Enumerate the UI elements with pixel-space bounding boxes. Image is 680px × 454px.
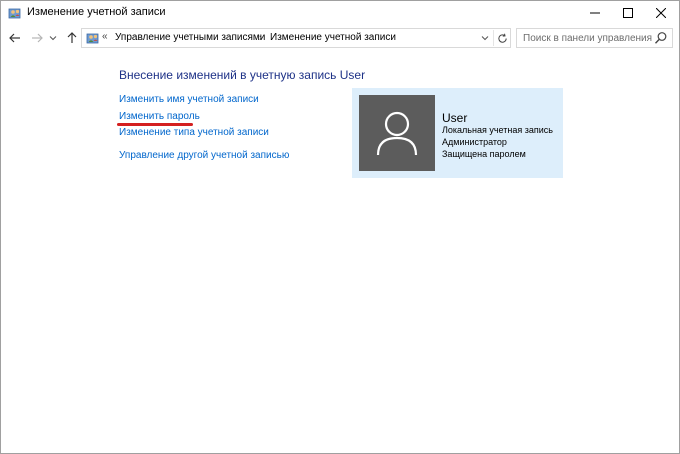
address-bar[interactable]: « Управление учетными записями › Изменен…	[81, 28, 511, 48]
account-name: User	[442, 111, 468, 125]
chevron-down-icon	[49, 36, 57, 41]
change-password-link[interactable]: Изменить пароль	[119, 111, 200, 122]
close-icon	[656, 7, 666, 18]
arrow-up-icon	[67, 32, 77, 43]
search-box[interactable]	[516, 28, 673, 48]
breadcrumb-separator[interactable]: ›	[259, 32, 262, 42]
breadcrumb-overflow[interactable]: «	[102, 31, 108, 42]
refresh-icon	[497, 33, 507, 43]
highlight-underline	[117, 123, 193, 126]
account-role: Администратор	[442, 137, 507, 147]
window: Изменение учетной записи « Управление уч…	[0, 0, 680, 454]
arrow-right-icon	[32, 33, 43, 43]
search-input[interactable]	[517, 29, 655, 47]
title-bar[interactable]: Изменение учетной записи	[1, 1, 679, 24]
search-icon[interactable]	[654, 31, 668, 45]
up-button[interactable]	[63, 29, 81, 47]
back-button[interactable]	[6, 29, 24, 47]
address-history-button[interactable]	[478, 30, 492, 46]
refresh-button[interactable]	[493, 30, 510, 46]
avatar	[359, 95, 435, 171]
maximize-button[interactable]	[611, 1, 645, 24]
change-account-type-link[interactable]: Изменение типа учетной записи	[119, 127, 269, 138]
account-card: User Локальная учетная запись Администра…	[352, 88, 563, 178]
close-button[interactable]	[644, 1, 678, 24]
control-panel-users-icon	[86, 31, 100, 45]
breadcrumb-user-accounts[interactable]: Управление учетными записями	[115, 32, 265, 43]
forward-button[interactable]	[28, 29, 46, 47]
user-silhouette-icon	[376, 111, 418, 156]
account-type: Локальная учетная запись	[442, 125, 553, 135]
arrow-left-icon	[9, 33, 20, 43]
account-password-status: Защищена паролем	[442, 149, 526, 159]
maximize-icon	[623, 7, 633, 18]
control-panel-users-icon	[8, 6, 22, 20]
minimize-icon	[590, 12, 600, 13]
recent-locations-button[interactable]	[47, 29, 59, 47]
chevron-down-icon	[481, 36, 489, 41]
navigation-bar: « Управление учетными записями › Изменен…	[1, 26, 679, 50]
manage-another-account-link[interactable]: Управление другой учетной записью	[119, 150, 289, 161]
minimize-button[interactable]	[578, 1, 612, 24]
page-heading: Внесение изменений в учетную запись User	[119, 68, 366, 82]
breadcrumb-change-account[interactable]: Изменение учетной записи	[270, 32, 396, 43]
window-title: Изменение учетной записи	[27, 6, 166, 18]
change-account-name-link[interactable]: Изменить имя учетной записи	[119, 94, 259, 105]
